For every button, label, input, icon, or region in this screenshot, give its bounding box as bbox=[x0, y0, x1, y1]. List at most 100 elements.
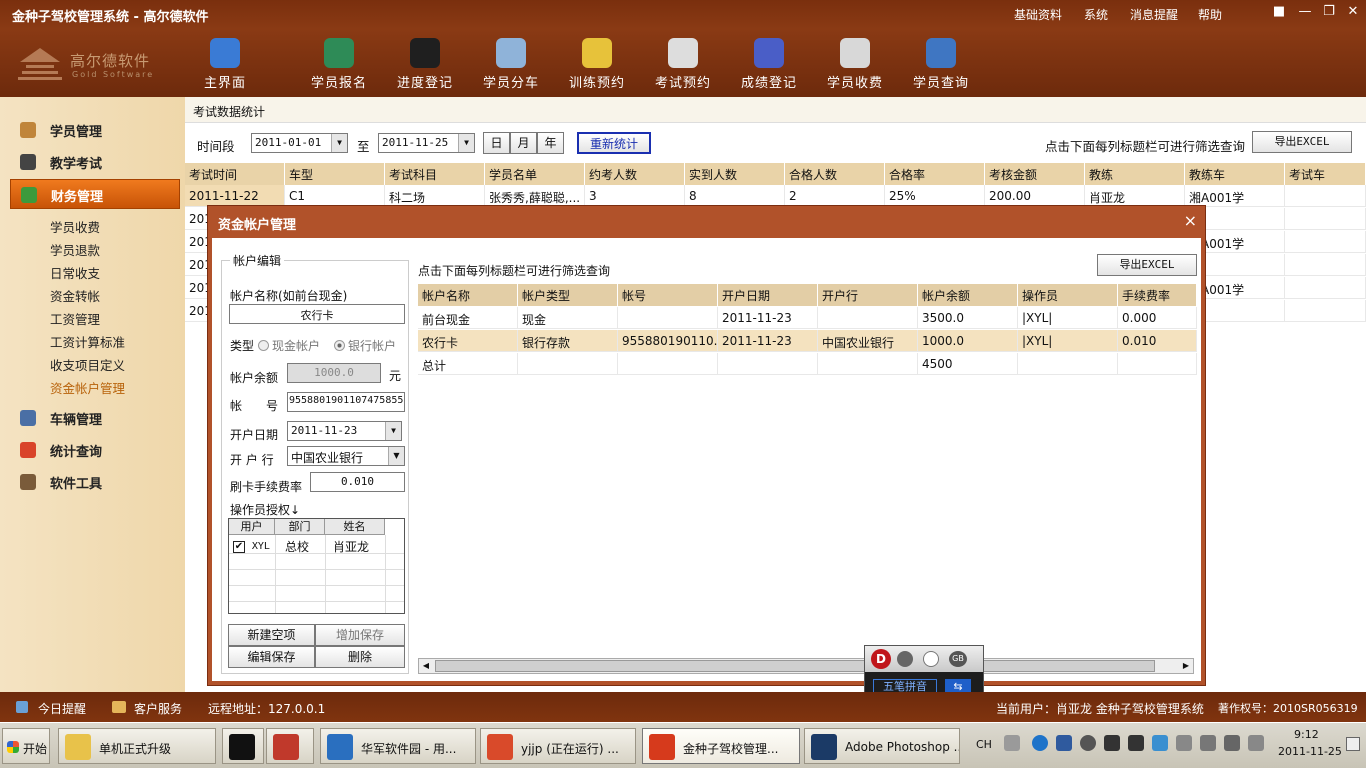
accounts-table[interactable]: 帐户名称 帐户类型 帐号 开户日期 开户行 帐户余额 操作员 手续费率 前台现金 现金 2011-1… bbox=[418, 284, 1197, 375]
report-col-header[interactable]: 车型 bbox=[285, 163, 385, 185]
taskbar-item-0[interactable]: 单机正式升级 bbox=[58, 728, 216, 764]
bank-select[interactable]: 中国农业银行 ▼ bbox=[287, 446, 405, 466]
keyboard-tray-icon[interactable] bbox=[1004, 735, 1020, 751]
flag-tray-icon[interactable] bbox=[1176, 735, 1192, 751]
account-col-header[interactable]: 帐号 bbox=[618, 284, 718, 306]
sidebar-item-finance-4[interactable]: 工资管理 bbox=[50, 309, 100, 328]
toolbar-student-register-button[interactable]: 学员报名 bbox=[300, 38, 378, 94]
report-col-header[interactable]: 考核金额 bbox=[985, 163, 1085, 185]
taskbar-item-4[interactable]: yjjp (正在运行) ... bbox=[480, 728, 636, 764]
sidebar-section-tools[interactable]: 软件工具 bbox=[10, 469, 180, 495]
account-cell[interactable]: 中国农业银行 bbox=[818, 330, 918, 352]
fee-input[interactable]: 0.010 bbox=[310, 472, 405, 492]
sidebar-item-finance-1[interactable]: 学员退款 bbox=[50, 240, 100, 259]
add-save-button[interactable]: 增加保存 bbox=[315, 624, 405, 646]
account-col-header[interactable]: 开户行 bbox=[818, 284, 918, 306]
sidebar-item-finance-7[interactable]: 资金帐户管理 bbox=[50, 378, 125, 397]
account-cell[interactable]: |XYL| bbox=[1018, 307, 1118, 329]
monitor-tray-icon[interactable] bbox=[1056, 735, 1072, 751]
export-excel-button[interactable]: 导出EXCEL bbox=[1252, 131, 1352, 153]
minimize-icon[interactable]: — bbox=[1296, 4, 1314, 19]
menu-help[interactable]: 帮助 bbox=[1198, 6, 1222, 23]
account-cell[interactable]: 农行卡 bbox=[418, 330, 518, 352]
taskbar-item-2[interactable] bbox=[266, 728, 314, 764]
account-col-header[interactable]: 帐户类型 bbox=[518, 284, 618, 306]
ime-logo-icon[interactable]: D bbox=[871, 649, 891, 669]
account-col-header[interactable]: 操作员 bbox=[1018, 284, 1118, 306]
close-icon[interactable]: ✕ bbox=[1344, 4, 1362, 19]
delete-button[interactable]: 删除 bbox=[315, 646, 405, 668]
op-col-name[interactable]: 姓名 bbox=[325, 519, 385, 535]
report-col-header[interactable]: 合格率 bbox=[885, 163, 985, 185]
update-tray-icon[interactable] bbox=[1032, 735, 1048, 751]
sidebar-section-statistics[interactable]: 统计查询 bbox=[10, 437, 180, 463]
toolbar-home-button[interactable]: 主界面 bbox=[186, 38, 264, 94]
account-cell[interactable]: 955880190110... bbox=[618, 330, 718, 352]
type-cash-radio[interactable]: 现金帐户 bbox=[258, 337, 320, 354]
month-button[interactable]: 月 bbox=[510, 132, 537, 154]
menu-system[interactable]: 系统 bbox=[1084, 6, 1108, 23]
start-button[interactable]: 开始 bbox=[2, 728, 50, 764]
account-cell[interactable] bbox=[818, 307, 918, 329]
type-bank-radio[interactable]: 银行帐户 bbox=[334, 337, 396, 354]
sidebar-section-finance[interactable]: 财务管理 bbox=[10, 179, 180, 209]
report-col-header[interactable]: 考试科目 bbox=[385, 163, 485, 185]
ime-punct-icon[interactable] bbox=[923, 651, 939, 667]
toolbar-user-search-button[interactable]: 学员查询 bbox=[902, 38, 980, 94]
op-col-user[interactable]: 用户 bbox=[229, 519, 275, 535]
report-col-header[interactable]: 教练车 bbox=[1185, 163, 1285, 185]
scroll-thumb[interactable] bbox=[435, 660, 1155, 672]
taskbar-item-6[interactable]: Adobe Photoshop ... bbox=[804, 728, 960, 764]
camera-tray-icon[interactable] bbox=[1080, 735, 1096, 751]
scroll-right-icon[interactable]: ▶ bbox=[1179, 659, 1193, 673]
sidebar-item-finance-2[interactable]: 日常收支 bbox=[50, 263, 100, 282]
day-button[interactable]: 日 bbox=[483, 132, 510, 154]
show-desktop-icon[interactable] bbox=[1346, 737, 1360, 751]
sidebar-item-finance-3[interactable]: 资金转帐 bbox=[50, 286, 100, 305]
qq-tray-icon-1[interactable] bbox=[1104, 735, 1120, 751]
operator-table[interactable]: 用户 部门 姓名 ✔ XYL 总校 肖亚龙 bbox=[228, 518, 405, 614]
report-col-header[interactable]: 考试时间 bbox=[185, 163, 285, 185]
taskbar-item-1[interactable] bbox=[222, 728, 264, 764]
toolbar-chart-button[interactable]: 成绩登记 bbox=[730, 38, 808, 94]
h-scrollbar[interactable]: ◀ ▶ bbox=[418, 658, 1194, 674]
year-button[interactable]: 年 bbox=[537, 132, 564, 154]
report-col-header[interactable]: 实到人数 bbox=[685, 163, 785, 185]
sidebar-section-vehicles[interactable]: 车辆管理 bbox=[10, 405, 180, 431]
recount-button[interactable]: 重新统计 bbox=[577, 132, 651, 154]
signal-tray-icon[interactable] bbox=[1224, 735, 1240, 751]
account-col-header[interactable]: 开户日期 bbox=[718, 284, 818, 306]
ime-moon-icon[interactable] bbox=[897, 651, 913, 667]
volume-tray-icon[interactable] bbox=[1248, 735, 1264, 751]
restore-icon[interactable]: ❐ bbox=[1320, 4, 1338, 19]
report-col-header[interactable]: 学员名单 bbox=[485, 163, 585, 185]
report-col-header[interactable]: 约考人数 bbox=[585, 163, 685, 185]
op-col-dept[interactable]: 部门 bbox=[275, 519, 325, 535]
account-col-header[interactable]: 帐户余额 bbox=[918, 284, 1018, 306]
open-date-select[interactable]: 2011-11-23 ▼ bbox=[287, 421, 402, 441]
report-col-header[interactable]: 教练 bbox=[1085, 163, 1185, 185]
sidebar-item-finance-0[interactable]: 学员收费 bbox=[50, 217, 100, 236]
reminder-link[interactable]: 今日提醒 bbox=[38, 700, 86, 717]
ime-gb-icon[interactable]: GB bbox=[949, 651, 967, 667]
account-cell[interactable]: 现金 bbox=[518, 307, 618, 329]
op-row[interactable]: ✔ XYL bbox=[233, 538, 270, 553]
date-from-select[interactable]: 2011-01-01 ▼ bbox=[251, 133, 348, 153]
checkbox-checked-icon[interactable]: ✔ bbox=[233, 541, 245, 553]
taskbar-item-5[interactable]: 金种子驾校管理... bbox=[642, 728, 800, 764]
account-cell[interactable]: 0.000 bbox=[1118, 307, 1197, 329]
sidebar-section-students[interactable]: 学员管理 bbox=[10, 117, 180, 143]
usb-tray-icon[interactable] bbox=[1200, 735, 1216, 751]
account-cell[interactable]: 2011-11-23 bbox=[718, 307, 818, 329]
service-link[interactable]: 客户服务 bbox=[134, 700, 182, 717]
menu-basic[interactable]: 基础资料 bbox=[1014, 6, 1062, 23]
account-cell[interactable]: 0.010 bbox=[1118, 330, 1197, 352]
new-item-button[interactable]: 新建空项 bbox=[228, 624, 315, 646]
skin-icon[interactable]: ■ bbox=[1270, 4, 1288, 19]
menu-messages[interactable]: 消息提醒 bbox=[1130, 6, 1178, 23]
toolbar-clock-button[interactable]: 训练预约 bbox=[558, 38, 636, 94]
sidebar-item-finance-6[interactable]: 收支项目定义 bbox=[50, 355, 125, 374]
account-number-input[interactable]: 9558801901107475855 bbox=[287, 392, 405, 412]
account-cell[interactable]: |XYL| bbox=[1018, 330, 1118, 352]
account-cell[interactable]: 2011-11-23 bbox=[718, 330, 818, 352]
